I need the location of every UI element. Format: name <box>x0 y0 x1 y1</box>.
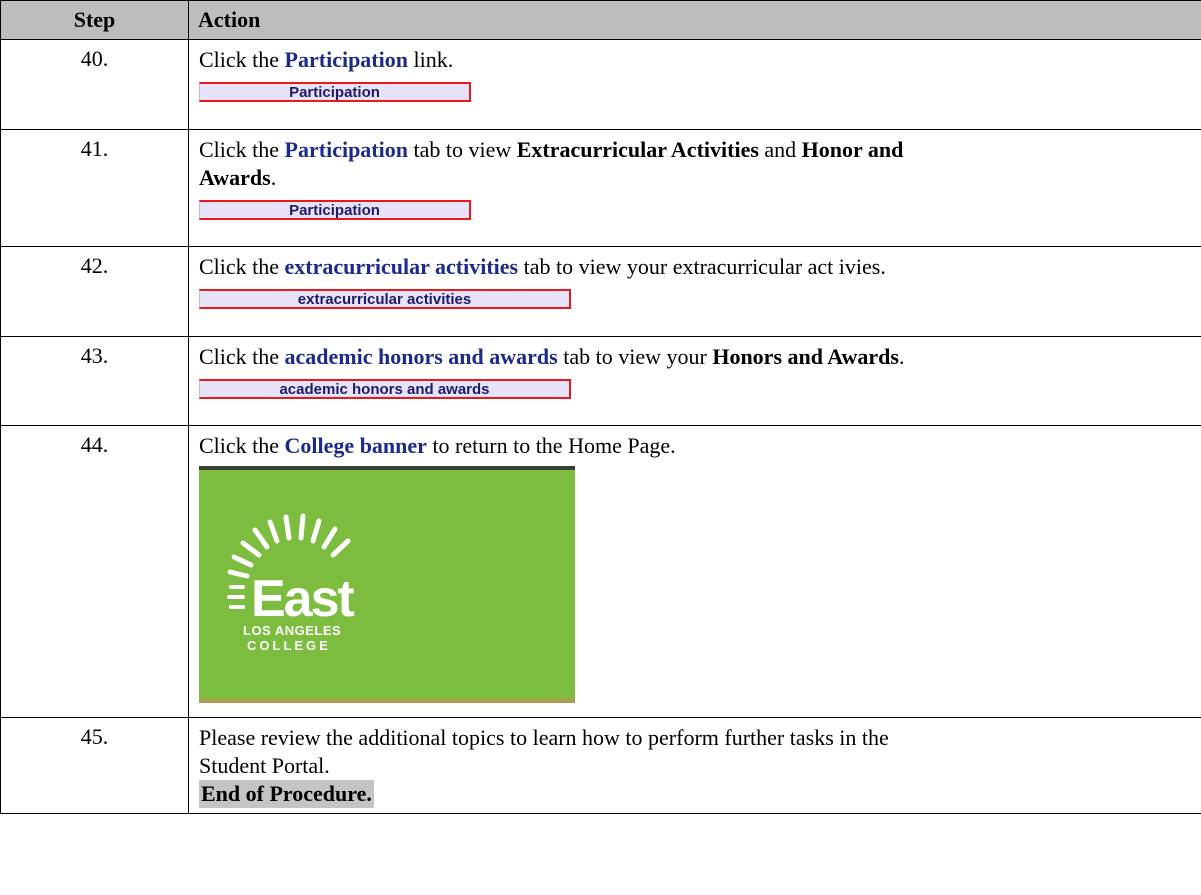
link-text: Participation <box>284 47 408 72</box>
academic-honors-awards-tab-button[interactable]: academic honors and awards <box>199 379 571 399</box>
table-row: 45. Please review the additional topics … <box>0 717 1201 814</box>
step-number: 44. <box>0 425 189 718</box>
college-logo-icon: East LOS ANGELES COLLEGE <box>227 513 357 653</box>
participation-tab-button[interactable]: Participation <box>199 200 471 220</box>
step-number: 42. <box>0 246 189 337</box>
extracurricular-activities-tab-button[interactable]: extracurricular activities <box>199 289 571 309</box>
college-banner[interactable]: East LOS ANGELES COLLEGE <box>199 466 575 703</box>
table-row: 42. Click the extracurricular activities… <box>0 246 1201 337</box>
step-action: Click the extracurricular activities tab… <box>188 246 1201 337</box>
step-column-header: Step <box>0 0 189 40</box>
table-row: 43. Click the academic honors and awards… <box>0 336 1201 426</box>
step-number: 40. <box>0 39 189 130</box>
banner-line-1: LOS ANGELES <box>243 623 341 638</box>
step-action: Click the College banner to return to th… <box>188 425 1201 718</box>
table-header-row: Step Action <box>0 0 1201 40</box>
step-action: Please review the additional topics to l… <box>188 717 1201 814</box>
banner-word: East <box>251 570 355 628</box>
participation-tab-button[interactable]: Participation <box>199 82 471 102</box>
procedure-table: Step Action 40. Click the Participation … <box>0 0 1201 814</box>
banner-line-2: COLLEGE <box>247 638 331 653</box>
step-action: Click the academic honors and awards tab… <box>188 336 1201 426</box>
step-number: 43. <box>0 336 189 426</box>
step-action: Click the Participation link. Participat… <box>188 39 1201 130</box>
table-row: 40. Click the Participation link. Partic… <box>0 39 1201 130</box>
table-row: 44. Click the College banner to return t… <box>0 425 1201 718</box>
end-of-procedure: End of Procedure. <box>199 780 374 808</box>
step-action: Click the Participation tab to view Extr… <box>188 129 1201 247</box>
action-column-header: Action <box>188 0 1201 40</box>
step-number: 45. <box>0 717 189 814</box>
step-number: 41. <box>0 129 189 247</box>
table-row: 41. Click the Participation tab to view … <box>0 129 1201 247</box>
